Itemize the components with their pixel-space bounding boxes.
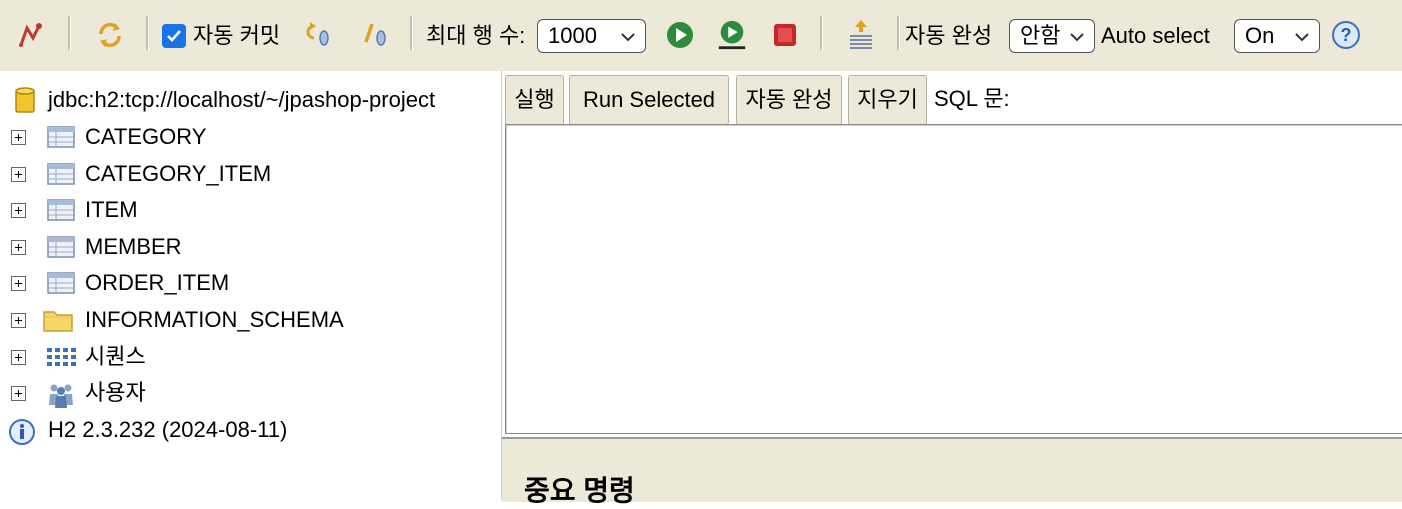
chevron-down-icon	[621, 33, 635, 42]
expand-plus-icon[interactable]	[11, 313, 26, 328]
history-icon[interactable]	[845, 18, 877, 52]
tree-item-label: MEMBER	[85, 233, 182, 259]
max-rows-value: 1000	[548, 23, 597, 48]
expand-plus-icon[interactable]	[11, 130, 26, 145]
sequence-icon	[46, 345, 76, 369]
tree-item-label: ORDER_ITEM	[85, 270, 230, 296]
max-rows-select[interactable]: 1000	[537, 19, 646, 53]
autocomplete-value: 안함	[1020, 23, 1061, 48]
chevron-down-icon	[1070, 33, 1084, 42]
tree-item[interactable]: 사용자	[0, 375, 500, 411]
autocommit-checkbox[interactable]	[162, 24, 186, 48]
toolbar-separator	[410, 16, 413, 50]
autoselect-label: Auto select	[1101, 23, 1210, 48]
tree-item[interactable]: CATEGORY_ITEM	[0, 156, 500, 192]
result-heading: 중요 명령	[524, 475, 635, 506]
database-icon	[15, 87, 35, 113]
tree-item-label: INFORMATION_SCHEMA	[85, 307, 344, 332]
autocomplete-button[interactable]: 자동 완성	[736, 75, 842, 125]
connection-url: jdbc:h2:tcp://localhost/~/jpashop-projec…	[48, 87, 436, 112]
table-icon	[46, 125, 76, 149]
tree-item-label: 사용자	[85, 380, 146, 406]
result-pane: 중요 명령	[502, 437, 1402, 506]
tree-item[interactable]: CATEGORY	[0, 119, 500, 155]
toolbar-separator	[820, 16, 823, 50]
table-icon	[46, 271, 76, 295]
max-rows-label: 최대 행 수:	[426, 23, 526, 48]
toolbar-separator	[146, 16, 149, 50]
toolbar: 자동 커밋 최대 행 수: 1000 자동 완성 안함 Auto select …	[0, 0, 1402, 71]
query-panel: 실행 Run Selected 자동 완성 지우기 SQL 문: 중요 명령	[502, 71, 1402, 506]
tree-item[interactable]: MEMBER	[0, 229, 500, 265]
run-button[interactable]: 실행	[505, 75, 564, 125]
commit-icon[interactable]	[358, 18, 390, 52]
table-icon	[46, 235, 76, 259]
expand-plus-icon[interactable]	[11, 276, 26, 292]
disconnect-icon[interactable]	[16, 18, 48, 52]
toolbar-separator	[68, 16, 71, 50]
sql-editor[interactable]	[505, 124, 1402, 434]
schema-tree: jdbc:h2:tcp://localhost/~/jpashop-projec…	[0, 71, 502, 500]
clear-button[interactable]: 지우기	[848, 75, 927, 125]
run-selected-button[interactable]: Run Selected	[569, 75, 729, 125]
tree-item-label: CATEGORY	[85, 124, 207, 149]
expand-plus-icon[interactable]	[11, 239, 26, 255]
tree-item[interactable]: 시퀀스	[0, 339, 500, 375]
folder-icon	[42, 307, 73, 332]
tree-connection[interactable]: jdbc:h2:tcp://localhost/~/jpashop-projec…	[0, 82, 500, 118]
expand-plus-icon[interactable]	[11, 349, 26, 365]
tree-item[interactable]: ITEM	[0, 192, 500, 228]
autoselect-value: On	[1245, 23, 1275, 48]
version-label: H2 2.3.232 (2024-08-11)	[48, 417, 288, 442]
help-icon[interactable]: ?	[1330, 18, 1362, 52]
tree-item-label: 시퀀스	[85, 343, 146, 369]
expand-plus-icon[interactable]	[11, 203, 26, 219]
expand-plus-icon[interactable]	[11, 166, 26, 182]
stop-icon[interactable]	[769, 18, 801, 52]
refresh-icon[interactable]	[94, 18, 126, 52]
rollback-icon[interactable]	[300, 18, 332, 52]
table-icon	[46, 162, 76, 186]
tree-item-label: CATEGORY_ITEM	[85, 160, 272, 186]
info-icon	[9, 419, 35, 445]
users-icon	[46, 381, 76, 409]
tree-item-label: ITEM	[85, 197, 138, 223]
tree-item[interactable]: INFORMATION_SCHEMA	[0, 302, 500, 338]
chevron-down-icon	[1295, 33, 1309, 42]
tree-item[interactable]: ORDER_ITEM	[0, 265, 500, 301]
run-icon[interactable]	[664, 18, 696, 52]
tree-version: H2 2.3.232 (2024-08-11)	[0, 412, 500, 448]
autocomplete-label: 자동 완성	[905, 23, 993, 48]
sql-label: SQL 문:	[934, 86, 1010, 111]
svg-text:?: ?	[1341, 25, 1352, 45]
toolbar-separator	[897, 16, 900, 50]
autocommit-label[interactable]: 자동 커밋	[193, 22, 280, 50]
expand-plus-icon[interactable]	[11, 386, 26, 402]
autocomplete-select[interactable]: 안함	[1009, 19, 1095, 53]
autoselect-select[interactable]: On	[1234, 19, 1320, 53]
table-icon	[46, 198, 76, 222]
run-selected-icon[interactable]	[716, 18, 748, 52]
